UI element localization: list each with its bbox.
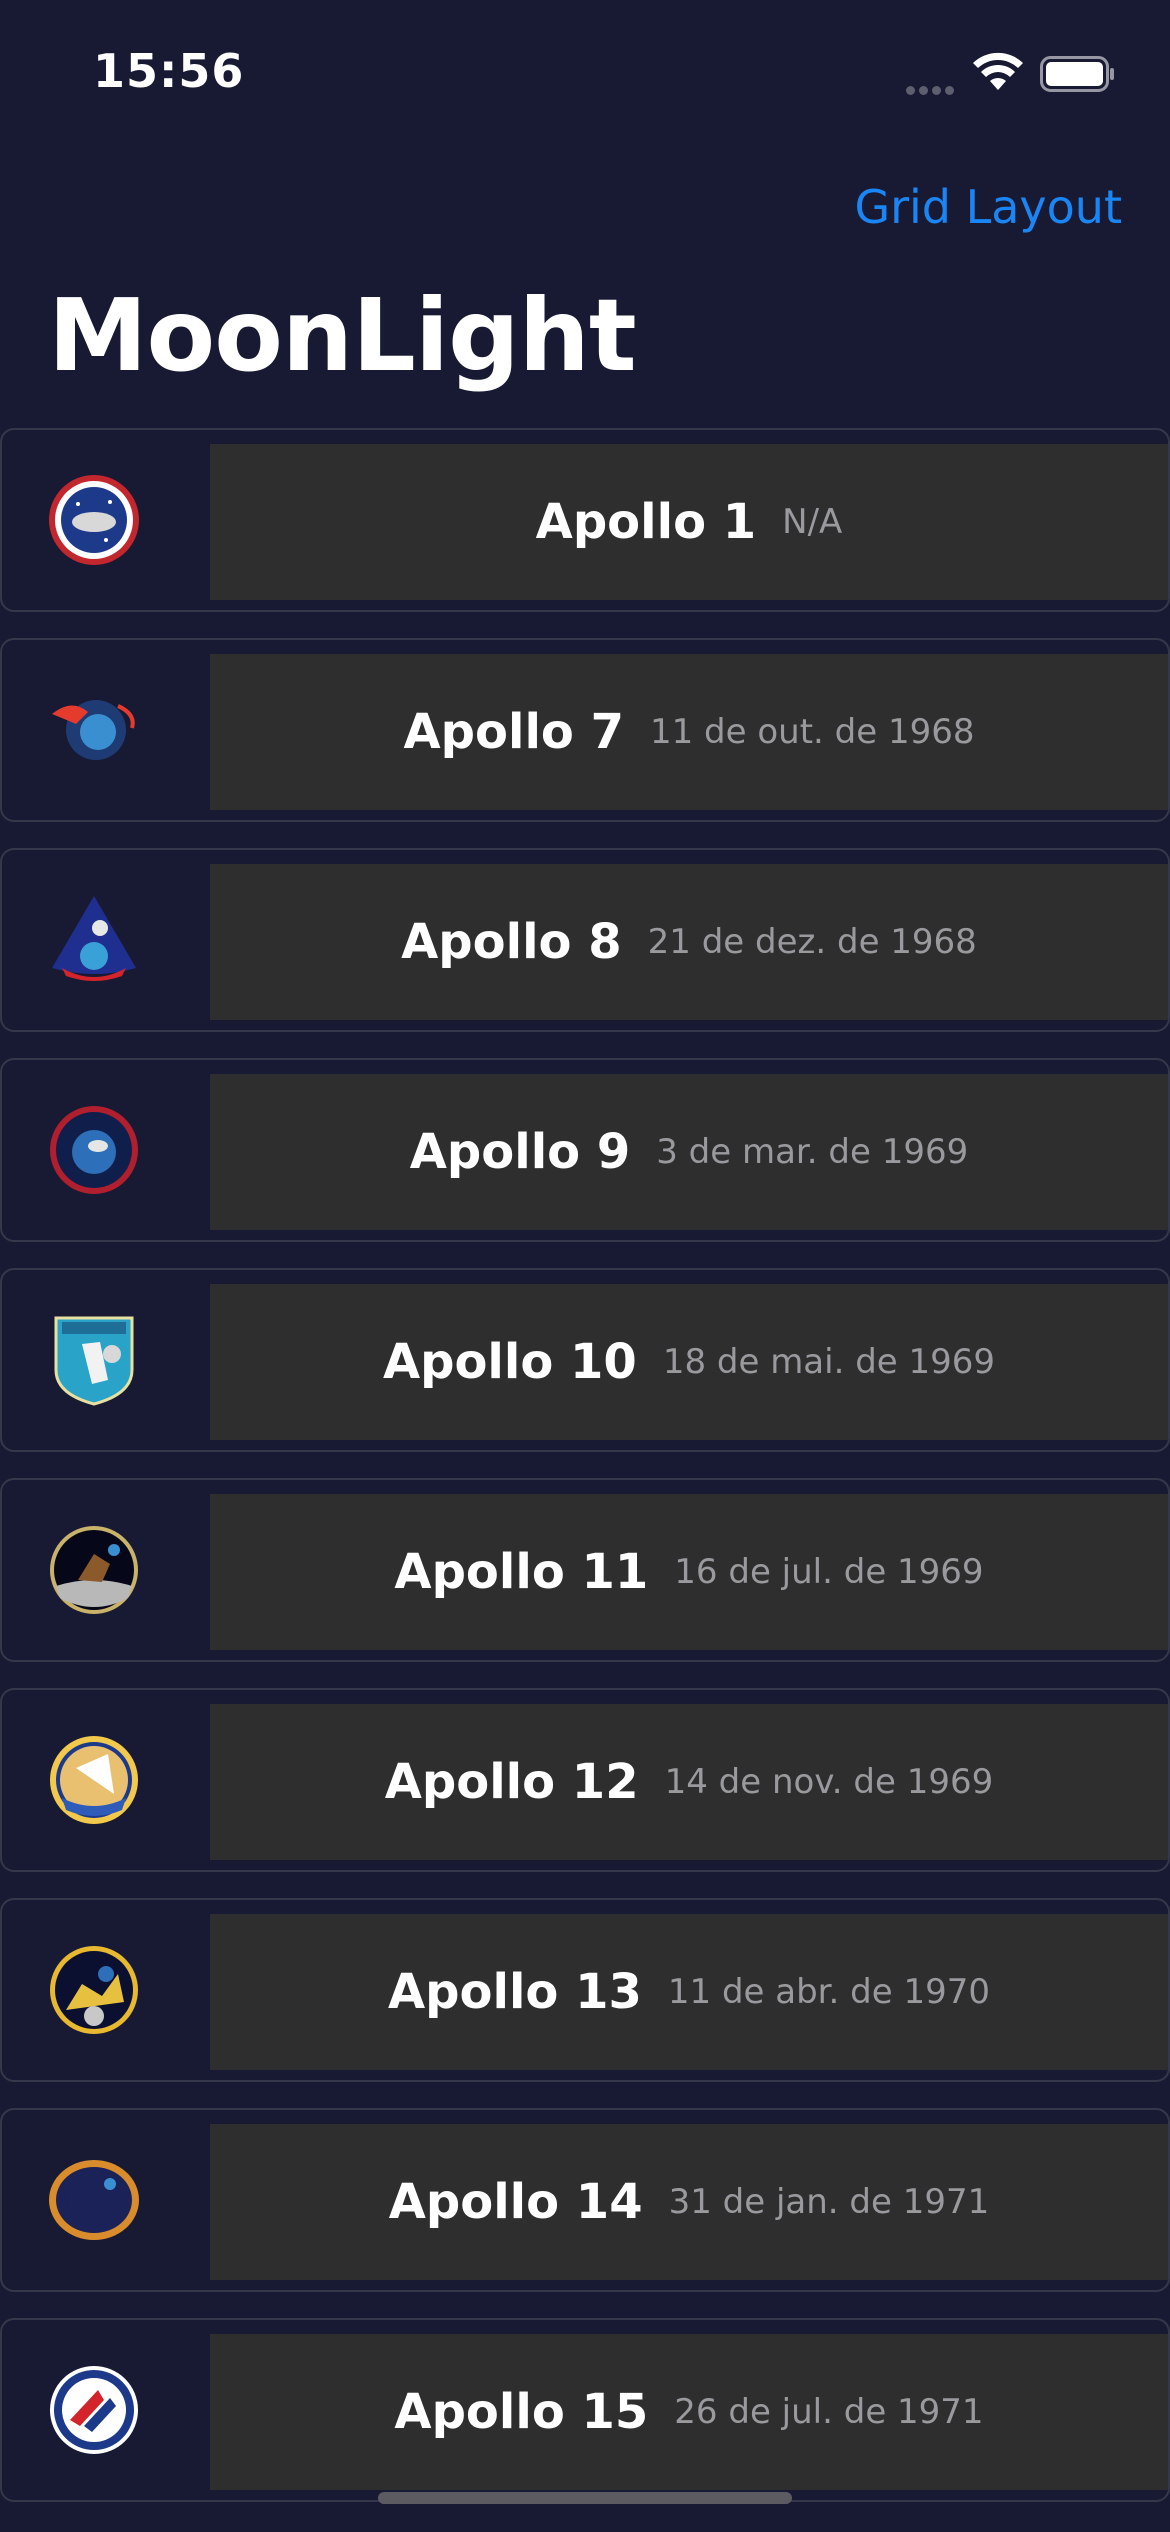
- mission-panel: Apollo 10 18 de mai. de 1969: [210, 1284, 1168, 1440]
- mission-row-apollo-13[interactable]: Apollo 13 11 de abr. de 1970: [0, 1898, 1170, 2082]
- mission-launch-date: 3 de mar. de 1969: [656, 1132, 969, 1172]
- mission-panel: Apollo 14 31 de jan. de 1971: [210, 2124, 1168, 2280]
- mission-name: Apollo 8: [401, 914, 622, 970]
- status-bar: 15:56: [0, 0, 1170, 150]
- mission-name: Apollo 7: [403, 704, 624, 760]
- mission-name: Apollo 1: [535, 494, 757, 550]
- home-indicator[interactable]: [378, 2492, 792, 2504]
- mission-name: Apollo 15: [394, 2384, 649, 2440]
- mission-row-apollo-8[interactable]: Apollo 8 21 de dez. de 1968: [0, 848, 1170, 1032]
- mission-row-apollo-9[interactable]: Apollo 9 3 de mar. de 1969: [0, 1058, 1170, 1242]
- mission-panel: Apollo 15 26 de jul. de 1971: [210, 2334, 1168, 2490]
- mission-name: Apollo 12: [384, 1754, 639, 1810]
- mission-launch-date: 14 de nov. de 1969: [664, 1762, 994, 1802]
- mission-panel: Apollo 12 14 de nov. de 1969: [210, 1704, 1168, 1860]
- mission-name: Apollo 13: [388, 1964, 642, 2020]
- apollo-15-patch-icon: [50, 2366, 138, 2454]
- mission-panel: Apollo 13 11 de abr. de 1970: [210, 1914, 1168, 2070]
- mission-launch-date: 21 de dez. de 1968: [647, 922, 977, 962]
- page-title: MoonLight: [48, 277, 637, 394]
- mission-row-apollo-15[interactable]: Apollo 15 26 de jul. de 1971: [0, 2318, 1170, 2502]
- mission-row-apollo-7[interactable]: Apollo 7 11 de out. de 1968: [0, 638, 1170, 822]
- cellular-signal-icon: [906, 80, 958, 95]
- mission-name: Apollo 11: [394, 1544, 649, 1600]
- status-time: 15:56: [93, 44, 245, 98]
- mission-row-apollo-12[interactable]: Apollo 12 14 de nov. de 1969: [0, 1688, 1170, 1872]
- mission-row-apollo-14[interactable]: Apollo 14 31 de jan. de 1971: [0, 2108, 1170, 2292]
- mission-panel: Apollo 9 3 de mar. de 1969: [210, 1074, 1168, 1230]
- mission-launch-date: 11 de abr. de 1970: [667, 1972, 990, 2012]
- mission-panel: Apollo 1 N/A: [210, 444, 1168, 600]
- mission-launch-date: 26 de jul. de 1971: [674, 2392, 984, 2432]
- apollo-9-patch-icon: [50, 1106, 138, 1194]
- mission-panel: Apollo 8 21 de dez. de 1968: [210, 864, 1168, 1020]
- apollo-12-patch-icon: [50, 1736, 138, 1824]
- mission-list: Apollo 1 N/A Apollo 7 11 de out. de 1968…: [0, 428, 1170, 2528]
- grid-layout-button[interactable]: Grid Layout: [854, 180, 1122, 234]
- wifi-icon: [973, 52, 1023, 90]
- apollo-1-patch-icon: [49, 475, 139, 565]
- battery-icon: [1040, 56, 1114, 92]
- mission-panel: Apollo 7 11 de out. de 1968: [210, 654, 1168, 810]
- mission-name: Apollo 14: [388, 2174, 643, 2230]
- apollo-11-patch-icon: [50, 1526, 138, 1614]
- mission-row-apollo-1[interactable]: Apollo 1 N/A: [0, 428, 1170, 612]
- apollo-10-patch-icon: [54, 1316, 134, 1406]
- mission-name: Apollo 9: [409, 1124, 631, 1180]
- apollo-8-patch-icon: [52, 896, 136, 981]
- mission-launch-date: 31 de jan. de 1971: [668, 2182, 990, 2222]
- mission-name: Apollo 10: [382, 1334, 637, 1390]
- mission-panel: Apollo 11 16 de jul. de 1969: [210, 1494, 1168, 1650]
- mission-launch-date: 16 de jul. de 1969: [674, 1552, 984, 1592]
- apollo-14-patch-icon: [49, 2160, 139, 2240]
- mission-row-apollo-10[interactable]: Apollo 10 18 de mai. de 1969: [0, 1268, 1170, 1452]
- apollo-7-patch-icon: [52, 700, 135, 760]
- mission-row-apollo-11[interactable]: Apollo 11 16 de jul. de 1969: [0, 1478, 1170, 1662]
- mission-launch-date: 11 de out. de 1968: [649, 712, 975, 752]
- mission-launch-date: 18 de mai. de 1969: [662, 1342, 996, 1382]
- apollo-13-patch-icon: [50, 1946, 138, 2034]
- mission-launch-date: N/A: [782, 502, 843, 542]
